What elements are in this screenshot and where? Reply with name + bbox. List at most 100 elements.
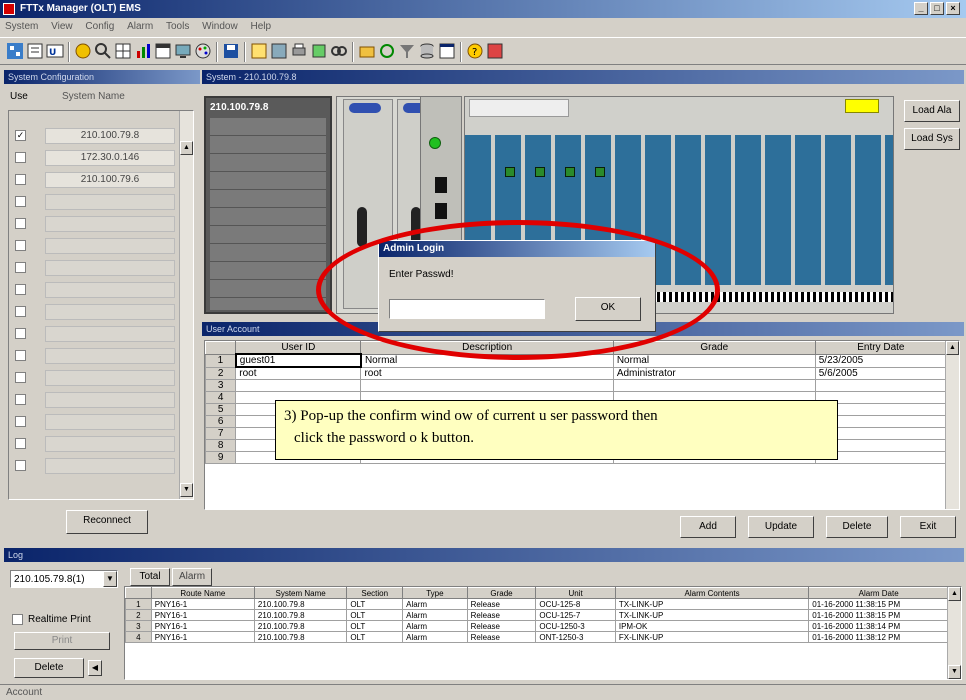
delete-log-button[interactable]: Delete [14, 658, 84, 678]
system-name-empty[interactable] [45, 370, 175, 386]
col-type[interactable]: Type [402, 587, 468, 599]
col-entry-date[interactable]: Entry Date [814, 341, 948, 355]
type-cell[interactable]: Alarm [402, 631, 468, 643]
grade-cell[interactable]: Normal [612, 353, 816, 368]
route-cell[interactable]: PNY16-1 [150, 620, 255, 632]
system-checkbox[interactable] [15, 152, 26, 163]
system-name-empty[interactable] [45, 392, 175, 408]
close-button[interactable]: × [946, 2, 960, 15]
scroll-down-icon[interactable]: ▼ [948, 665, 961, 679]
col-unit[interactable]: Unit [535, 587, 616, 599]
user-id-cell[interactable]: root [235, 366, 362, 380]
database-icon[interactable] [418, 42, 436, 60]
system-checkbox[interactable] [15, 284, 26, 295]
grade-cell[interactable] [612, 379, 816, 392]
system-checkbox[interactable] [15, 350, 26, 361]
col-route-name[interactable]: Route Name [150, 587, 255, 599]
system-checkbox[interactable] [15, 240, 26, 251]
system-checkbox[interactable] [15, 174, 26, 185]
system-row[interactable]: ✓ 210.100.79.8 [11, 125, 181, 147]
section-cell[interactable]: OLT [346, 598, 404, 610]
help-icon[interactable]: ? [466, 42, 484, 60]
system-list-scrollbar[interactable]: ▲ ▼ [179, 111, 193, 499]
system-checkbox[interactable]: ✓ [15, 130, 26, 141]
system-checkbox[interactable] [15, 394, 26, 405]
exit-button[interactable]: Exit [900, 516, 956, 538]
system-cell[interactable]: 210.100.79.8 [253, 631, 348, 643]
save-icon[interactable] [222, 42, 240, 60]
menu-view[interactable]: View [46, 18, 78, 35]
date-cell[interactable]: 01-16-2000 11:38:15 PM [808, 609, 949, 621]
realtime-print-checkbox[interactable] [12, 614, 23, 625]
password-input[interactable] [389, 299, 545, 319]
menu-window[interactable]: Window [197, 18, 243, 35]
date-cell[interactable]: 01-16-2000 11:38:12 PM [808, 631, 949, 643]
menu-config[interactable]: Config [80, 18, 119, 35]
tab-alarm[interactable]: Alarm [172, 568, 212, 586]
load-alarm-button[interactable]: Load Ala [904, 100, 960, 122]
col-description[interactable]: Description [360, 341, 614, 355]
unit-cell[interactable]: ONT-1250-3 [535, 631, 616, 643]
route-cell[interactable]: PNY16-1 [150, 598, 255, 610]
system-checkbox[interactable] [15, 196, 26, 207]
col-alarm-date[interactable]: Alarm Date [808, 587, 949, 599]
ok-button[interactable]: OK [575, 297, 641, 321]
export-icon[interactable] [310, 42, 328, 60]
system-name-empty[interactable] [45, 326, 175, 342]
table-row[interactable]: 3 [205, 379, 948, 392]
system-checkbox[interactable] [15, 372, 26, 383]
contents-cell[interactable]: FX-LINK-UP [614, 631, 810, 643]
table-row[interactable]: 3 PNY16-1 210.100.79.8 OLT Alarm Release OCU-1… [125, 620, 949, 632]
description-cell[interactable]: Normal [360, 353, 614, 368]
route-cell[interactable]: PNY16-1 [150, 631, 255, 643]
user-table-scrollbar[interactable]: ▲ [945, 341, 959, 509]
entry-date-cell[interactable] [814, 379, 948, 392]
grade-cell[interactable]: Release [466, 609, 537, 621]
section-cell[interactable]: OLT [346, 620, 404, 632]
col-section[interactable]: Section [346, 587, 404, 599]
menu-help[interactable]: Help [246, 18, 277, 35]
reconnect-button[interactable]: Reconnect [66, 510, 148, 534]
user-id-cell[interactable]: guest01 [234, 353, 362, 368]
system-name-empty[interactable] [45, 194, 175, 210]
print-button[interactable]: Print [14, 632, 110, 650]
system-cell[interactable]: 210.100.79.8 [253, 598, 348, 610]
entry-date-cell[interactable]: 5/23/2005 [814, 353, 948, 368]
menu-alarm[interactable]: Alarm [122, 18, 158, 35]
type-cell[interactable]: Alarm [402, 609, 468, 621]
window-icon[interactable] [438, 42, 456, 60]
grade-cell[interactable]: Release [466, 631, 537, 643]
col-alarm-contents[interactable]: Alarm Contents [614, 587, 810, 599]
table-row[interactable]: 1 guest01 Normal Normal 5/23/2005 [205, 353, 948, 368]
system-name[interactable]: 210.100.79.8 [45, 128, 175, 144]
system-row[interactable]: 172.30.0.146 [11, 147, 181, 169]
user-icon[interactable]: U [46, 42, 64, 60]
system-checkbox[interactable] [15, 262, 26, 273]
history-icon[interactable] [270, 42, 288, 60]
maximize-button[interactable]: □ [930, 2, 944, 15]
system-name-empty[interactable] [45, 458, 175, 474]
log-table-scrollbar[interactable]: ▲ ▼ [947, 587, 961, 679]
entry-date-cell[interactable]: 5/6/2005 [814, 366, 948, 380]
system-name-empty[interactable] [45, 436, 175, 452]
delete-user-button[interactable]: Delete [826, 516, 888, 538]
chart-icon[interactable] [134, 42, 152, 60]
load-sys-button[interactable]: Load Sys [904, 128, 960, 150]
table-row[interactable]: 2 root root Administrator 5/6/2005 [205, 366, 948, 380]
system-checkbox[interactable] [15, 460, 26, 471]
date-cell[interactable]: 01-16-2000 11:38:14 PM [808, 620, 949, 632]
section-cell[interactable]: OLT [346, 631, 404, 643]
folder-icon[interactable] [358, 42, 376, 60]
system-checkbox[interactable] [15, 218, 26, 229]
table-icon[interactable] [154, 42, 172, 60]
network-map-icon[interactable] [6, 42, 24, 60]
system-name-empty[interactable] [45, 238, 175, 254]
system-checkbox[interactable] [15, 416, 26, 427]
system-name-empty[interactable] [45, 282, 175, 298]
scroll-up-icon[interactable]: ▲ [948, 587, 961, 601]
system-name[interactable]: 172.30.0.146 [45, 150, 175, 166]
scroll-down-icon[interactable]: ▼ [180, 483, 193, 497]
system-select[interactable]: 210.105.79.8(1) ▼ [10, 570, 118, 588]
date-cell[interactable]: 01-16-2000 11:38:15 PM [808, 598, 949, 610]
scroll-up-icon[interactable]: ▲ [946, 341, 959, 355]
